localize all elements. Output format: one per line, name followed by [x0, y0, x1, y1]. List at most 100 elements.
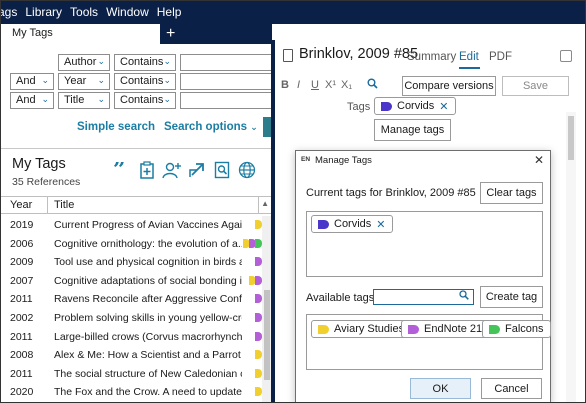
quote-icon[interactable]: ”	[112, 160, 132, 180]
dialog-titlebar: EN Manage Tags ✕	[296, 151, 550, 171]
tab-my-tags[interactable]: My Tags	[0, 24, 160, 44]
menu-tags[interactable]: ags	[0, 5, 21, 19]
table-row[interactable]: 2011 The social structure of New Caledoni…	[0, 365, 262, 384]
web-globe-icon[interactable]	[237, 160, 257, 180]
current-tags-box: Corvids ✕	[306, 211, 543, 277]
search-connector-select-2[interactable]: And ⌄	[10, 73, 54, 90]
table-row[interactable]: 2008 Alex & Me: How a Scientist and a Par…	[0, 346, 262, 365]
table-row[interactable]: 2007 Cognitive adaptations of social bond…	[0, 272, 262, 291]
clear-tags-button[interactable]: Clear tags	[480, 182, 543, 204]
bold-button[interactable]: B	[281, 79, 289, 91]
svg-text:”: ”	[113, 162, 126, 178]
insert-citation-icon[interactable]	[137, 160, 157, 180]
table-row[interactable]: 2009 Tool use and physical cognition in b…	[0, 253, 262, 272]
search-value-input-2[interactable]	[180, 73, 272, 90]
add-user-icon[interactable]	[162, 160, 182, 180]
cancel-button[interactable]: Cancel	[481, 378, 542, 399]
tag-chip-corvids[interactable]: Corvids ✕	[374, 97, 456, 115]
reference-title: Brinklov, 2009 #85	[299, 46, 419, 62]
menu-window[interactable]: Window	[102, 5, 153, 19]
menu-bar: ags Library Tools Window Help	[0, 0, 586, 24]
row-year: 2006	[10, 237, 34, 250]
tab-bar: My Tags +	[0, 24, 272, 44]
chevron-down-icon: ⌄	[97, 75, 105, 85]
row-year: 2009	[10, 256, 34, 269]
search-options-link[interactable]: Search options ⌄	[164, 121, 258, 133]
search-operator-select-2[interactable]: Contains ⌄	[114, 73, 176, 90]
new-tab-button[interactable]: +	[166, 24, 175, 44]
chevron-down-icon: ⌄	[163, 56, 171, 66]
underline-button[interactable]: U	[311, 79, 319, 91]
scroll-up-arrow-icon[interactable]: ▲	[261, 199, 269, 208]
library-panel: Author ⌄ Contains ⌄ And ⌄ Year ⌄ Contains ⌄ A…	[0, 44, 272, 403]
ok-button[interactable]: OK	[410, 378, 471, 399]
row-year: 2002	[10, 311, 34, 324]
save-button[interactable]: Save	[502, 76, 569, 96]
row-year: 2011	[10, 293, 33, 306]
manage-tags-button[interactable]: Manage tags	[374, 119, 451, 141]
available-tag-chip-aviary-studies[interactable]: Aviary Studies	[311, 320, 412, 338]
manage-tags-dialog: EN Manage Tags ✕ Current tags for Brinkl…	[295, 150, 551, 403]
tag-name: Aviary Studies	[334, 323, 405, 335]
remove-tag-icon[interactable]: ✕	[439, 100, 448, 113]
scrollbar-thumb[interactable]	[264, 290, 270, 380]
table-row[interactable]: 2019 Current Progress of Avian Vaccines A…	[0, 216, 262, 235]
table-header: Year Title ▲	[0, 196, 272, 214]
search-operator-select-1[interactable]: Contains ⌄	[114, 54, 176, 71]
row-title: Current Progress of Avian Vaccines Again…	[54, 219, 242, 231]
available-tag-chip-endnote-21[interactable]: EndNote 21	[401, 320, 490, 338]
tag-name: EndNote 21	[424, 323, 483, 335]
superscript-button[interactable]: X¹	[325, 79, 336, 91]
create-tag-button[interactable]: Create tag	[480, 286, 543, 308]
reference-scrollbar[interactable]	[566, 112, 576, 403]
menu-help[interactable]: Help	[153, 5, 186, 19]
menu-tools[interactable]: Tools	[66, 5, 102, 19]
italic-button[interactable]: I	[297, 79, 300, 91]
remove-tag-icon[interactable]: ✕	[376, 218, 385, 231]
tag-color-icon	[255, 350, 262, 360]
search-operator-select-3[interactable]: Contains ⌄	[114, 92, 176, 109]
column-divider[interactable]	[258, 197, 259, 214]
available-tag-chip-falcons[interactable]: Falcons	[482, 320, 551, 338]
document-icon	[283, 49, 293, 62]
dialog-title: Manage Tags	[315, 155, 372, 166]
search-field-select-1[interactable]: Author ⌄	[58, 54, 110, 71]
simple-search-link[interactable]: Simple search	[77, 121, 155, 133]
column-header-title[interactable]: Title	[54, 199, 74, 211]
search-field-value: Author	[64, 56, 97, 68]
current-tags-label: Current tags for Brinklov, 2009 #85	[306, 187, 476, 199]
search-value-input-3[interactable]	[180, 92, 272, 109]
tag-color-icon	[318, 325, 329, 334]
table-row[interactable]: 2002 Problem solving skills in young yell…	[0, 309, 262, 328]
search-connector-value: And	[16, 75, 36, 87]
row-title: Tool use and physical cognition in birds…	[54, 256, 242, 269]
reference-list: 2019 Current Progress of Avian Vaccines A…	[0, 216, 262, 402]
search-connector-select-3[interactable]: And ⌄	[10, 92, 54, 109]
tags-field-label: Tags	[347, 101, 371, 113]
row-year: 2011	[10, 330, 33, 343]
current-tag-chip-corvids[interactable]: Corvids ✕	[311, 215, 393, 233]
close-icon[interactable]: ✕	[534, 153, 544, 167]
menu-library[interactable]: Library	[21, 5, 66, 19]
scrollbar-thumb[interactable]	[568, 116, 574, 160]
column-divider[interactable]	[47, 197, 48, 214]
tab-summary[interactable]: Summary	[407, 51, 456, 63]
compare-versions-button[interactable]: Compare versions	[402, 76, 496, 96]
table-row[interactable]: 2020 The Fox and the Crow. A need to upda…	[0, 383, 262, 402]
search-field-select-3[interactable]: Title ⌄	[58, 92, 110, 109]
tab-edit[interactable]: Edit	[459, 51, 479, 63]
tab-pdf[interactable]: PDF	[489, 51, 512, 63]
tag-search-input[interactable]	[373, 289, 474, 305]
search-field-select-2[interactable]: Year ⌄	[58, 73, 110, 90]
reference-count: 35 References	[12, 176, 81, 188]
search-value-input-1[interactable]	[180, 54, 272, 71]
find-pdf-icon[interactable]	[212, 160, 232, 180]
find-icon[interactable]	[367, 78, 378, 92]
table-row[interactable]: 2011 Large-billed crows (Corvus macrorhyn…	[0, 328, 262, 347]
table-row[interactable]: 2006 Cognitive ornithology: the evolution…	[0, 235, 262, 254]
save-icon[interactable]	[560, 50, 572, 62]
table-row[interactable]: 2011 Ravens Reconcile after Aggressive Co…	[0, 290, 262, 309]
subscript-button[interactable]: X₁	[341, 79, 352, 91]
column-header-year[interactable]: Year	[10, 199, 32, 211]
share-arrow-icon[interactable]	[187, 160, 207, 180]
